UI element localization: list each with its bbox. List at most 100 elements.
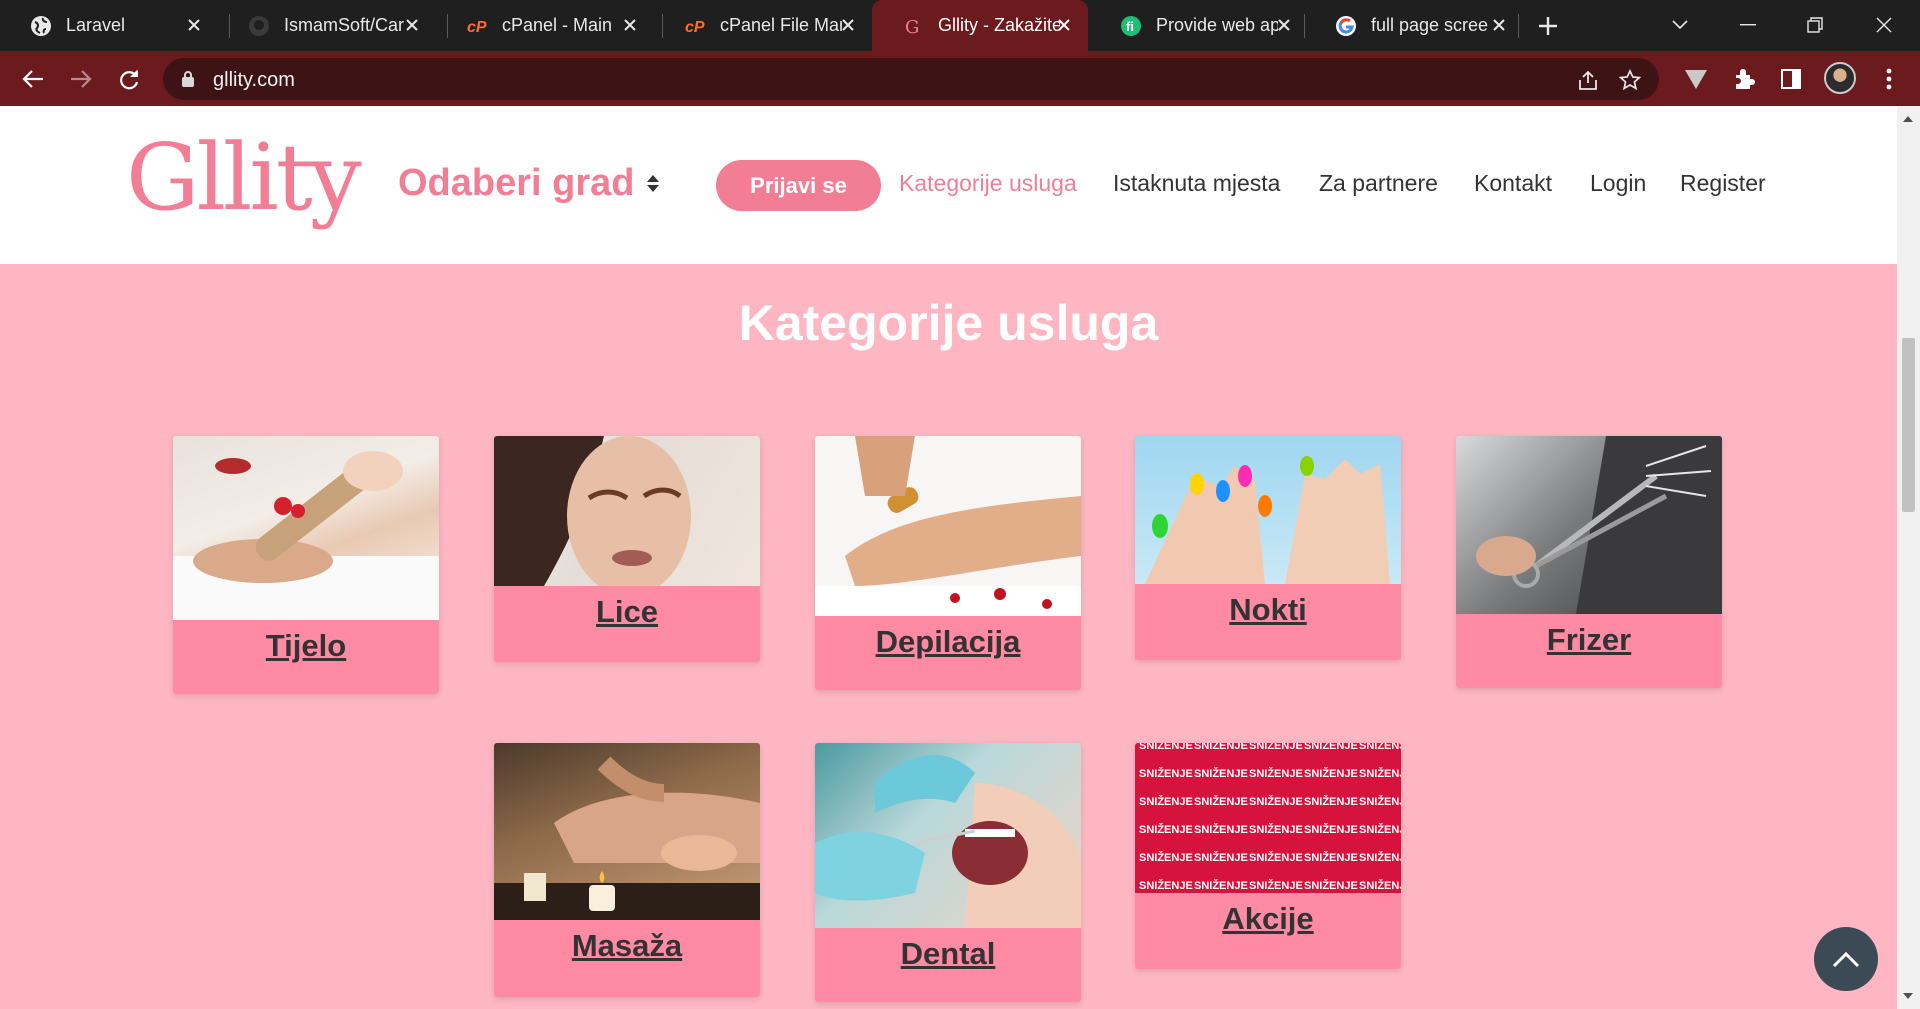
snizenje-pattern-text: SNIŽENJE bbox=[1304, 795, 1358, 808]
category-label[interactable]: Nokti bbox=[1135, 584, 1401, 628]
tab-separator bbox=[1518, 14, 1519, 38]
category-label[interactable]: Dental bbox=[815, 928, 1081, 972]
browser-tab-github[interactable]: IsmamSoft/Car bbox=[218, 0, 436, 51]
snizenje-pattern-text: SNIŽENJE bbox=[1304, 823, 1358, 836]
browser-tab-cpanel-files[interactable]: cP cPanel File Mar bbox=[654, 0, 872, 51]
category-card-akcije[interactable]: SNIŽENJESNIŽENJESNIŽENJESNIŽENJESNIŽENJE… bbox=[1135, 743, 1401, 969]
category-card-masaza[interactable]: Masaža bbox=[494, 743, 760, 997]
close-tab-icon[interactable] bbox=[402, 15, 422, 35]
scroll-up-arrow-icon[interactable] bbox=[1903, 116, 1913, 122]
site-header: Gllity Odaberi grad Prijavi se Kategorij… bbox=[0, 106, 1897, 264]
nav-za-partnere[interactable]: Za partnere bbox=[1319, 170, 1438, 197]
category-card-nokti[interactable]: Nokti bbox=[1135, 436, 1401, 660]
body-massage-image bbox=[173, 436, 439, 620]
category-label[interactable]: Depilacija bbox=[815, 616, 1081, 660]
profile-avatar[interactable] bbox=[1824, 62, 1856, 94]
globe-icon bbox=[30, 15, 52, 37]
share-icon[interactable] bbox=[1575, 67, 1601, 93]
browser-tab-google[interactable]: full page scree bbox=[1305, 0, 1523, 51]
snizenje-pattern-text: SNIŽENJE bbox=[1359, 879, 1401, 892]
snizenje-pattern-text: SNIŽENJE bbox=[1359, 795, 1401, 808]
snizenje-pattern-text: SNIŽENJE bbox=[1304, 767, 1358, 780]
close-tab-icon[interactable] bbox=[1489, 15, 1509, 35]
kebab-menu-icon[interactable] bbox=[1874, 64, 1904, 94]
reload-button[interactable] bbox=[113, 63, 145, 95]
nav-kategorije-usluga[interactable]: Kategorije usluga bbox=[899, 170, 1077, 197]
restore-button[interactable] bbox=[1797, 10, 1833, 40]
page-scrollbar[interactable] bbox=[1897, 106, 1920, 1009]
browser-tab-strip: Laravel IsmamSoft/Car cP cPanel - Main c… bbox=[0, 0, 1920, 51]
cpanel-icon: cP bbox=[684, 15, 706, 37]
snizenje-pattern-text: SNIŽENJE bbox=[1359, 823, 1401, 836]
close-tab-icon[interactable] bbox=[838, 15, 858, 35]
tab-title: Gllity - Zakažite bbox=[938, 15, 1060, 35]
category-label[interactable]: Masaža bbox=[494, 920, 760, 964]
url-text: gllity.com bbox=[213, 69, 295, 91]
restore-icon bbox=[1807, 17, 1823, 33]
scroll-to-top-button[interactable] bbox=[1814, 927, 1878, 991]
forward-button[interactable] bbox=[65, 63, 97, 95]
category-card-tijelo[interactable]: Tijelo bbox=[173, 436, 439, 694]
close-window-button[interactable] bbox=[1866, 10, 1902, 40]
fiverr-icon: fi bbox=[1120, 15, 1142, 37]
browser-tab-gllity[interactable]: G Gllity - Zakažite bbox=[872, 0, 1088, 51]
lock-icon bbox=[181, 70, 195, 93]
svg-text:G: G bbox=[905, 17, 919, 37]
vpn-extension-icon[interactable] bbox=[1681, 64, 1711, 94]
back-button[interactable] bbox=[17, 63, 49, 95]
gllity-icon: G bbox=[902, 15, 924, 37]
dental-checkup-image bbox=[815, 743, 1081, 928]
scrollbar-thumb[interactable] bbox=[1902, 338, 1915, 512]
reload-icon bbox=[120, 70, 139, 90]
svg-text:cP: cP bbox=[467, 19, 487, 36]
category-label[interactable]: Akcije bbox=[1135, 893, 1401, 937]
category-card-depilacija[interactable]: Depilacija bbox=[815, 436, 1081, 690]
snizenje-pattern-text: SNIŽENJE bbox=[1194, 743, 1248, 752]
star-icon[interactable] bbox=[1617, 67, 1643, 93]
site-logo[interactable]: Gllity bbox=[126, 124, 362, 231]
chevron-up-icon bbox=[1832, 951, 1860, 968]
city-select-label: Odaberi grad bbox=[398, 162, 635, 204]
category-card-frizer[interactable]: Frizer bbox=[1456, 436, 1722, 688]
side-panel-icon[interactable] bbox=[1776, 64, 1806, 94]
close-tab-icon[interactable] bbox=[1054, 15, 1074, 35]
city-select[interactable]: Odaberi grad bbox=[398, 162, 659, 205]
browser-tab-fiverr[interactable]: fi Provide web ap bbox=[1090, 0, 1308, 51]
snizenje-pattern-text: SNIŽENJE bbox=[1139, 823, 1193, 836]
category-label[interactable]: Frizer bbox=[1456, 614, 1722, 658]
cpanel-icon: cP bbox=[466, 15, 488, 37]
category-card-dental[interactable]: Dental bbox=[815, 743, 1081, 1002]
minimize-button[interactable] bbox=[1730, 10, 1766, 40]
puzzle-icon[interactable] bbox=[1729, 64, 1759, 94]
prijavi-se-button[interactable]: Prijavi se bbox=[716, 160, 881, 211]
nav-register[interactable]: Register bbox=[1680, 170, 1766, 197]
colorful-nails-image bbox=[1135, 436, 1401, 584]
tab-search-button[interactable] bbox=[1662, 10, 1698, 40]
snizenje-pattern-text: SNIŽENJE bbox=[1194, 823, 1248, 836]
nav-login[interactable]: Login bbox=[1590, 170, 1646, 197]
snizenje-pattern-text: SNIŽENJE bbox=[1249, 743, 1303, 752]
browser-tab-cpanel-main[interactable]: cP cPanel - Main bbox=[436, 0, 654, 51]
snizenje-pattern-text: SNIŽENJE bbox=[1249, 823, 1303, 836]
chevron-down-icon bbox=[1672, 20, 1688, 30]
browser-tab-laravel[interactable]: Laravel bbox=[0, 0, 218, 51]
tab-title: IsmamSoft/Car bbox=[284, 15, 405, 35]
snizenje-pattern-text: SNIŽENJE bbox=[1249, 767, 1303, 780]
scroll-down-arrow-icon[interactable] bbox=[1903, 993, 1913, 999]
close-tab-icon[interactable] bbox=[184, 15, 204, 35]
address-bar[interactable]: gllity.com bbox=[163, 58, 1659, 100]
close-tab-icon[interactable] bbox=[620, 15, 640, 35]
nav-istaknuta-mjesta[interactable]: Istaknuta mjesta bbox=[1113, 170, 1280, 197]
category-label[interactable]: Lice bbox=[494, 586, 760, 630]
snizenje-pattern-text: SNIŽENJE bbox=[1304, 743, 1358, 752]
category-label[interactable]: Tijelo bbox=[173, 620, 439, 664]
tab-title: full page scree bbox=[1371, 15, 1489, 35]
nav-kontakt[interactable]: Kontakt bbox=[1474, 170, 1552, 197]
web-page: Gllity Odaberi grad Prijavi se Kategorij… bbox=[0, 106, 1897, 1009]
close-tab-icon[interactable] bbox=[1274, 15, 1294, 35]
tab-title: Laravel bbox=[66, 15, 126, 35]
new-tab-button[interactable] bbox=[1534, 12, 1562, 40]
minimize-icon bbox=[1740, 24, 1756, 26]
category-card-lice[interactable]: Lice bbox=[494, 436, 760, 662]
snizenje-pattern-text: SNIŽENJE bbox=[1194, 767, 1248, 780]
